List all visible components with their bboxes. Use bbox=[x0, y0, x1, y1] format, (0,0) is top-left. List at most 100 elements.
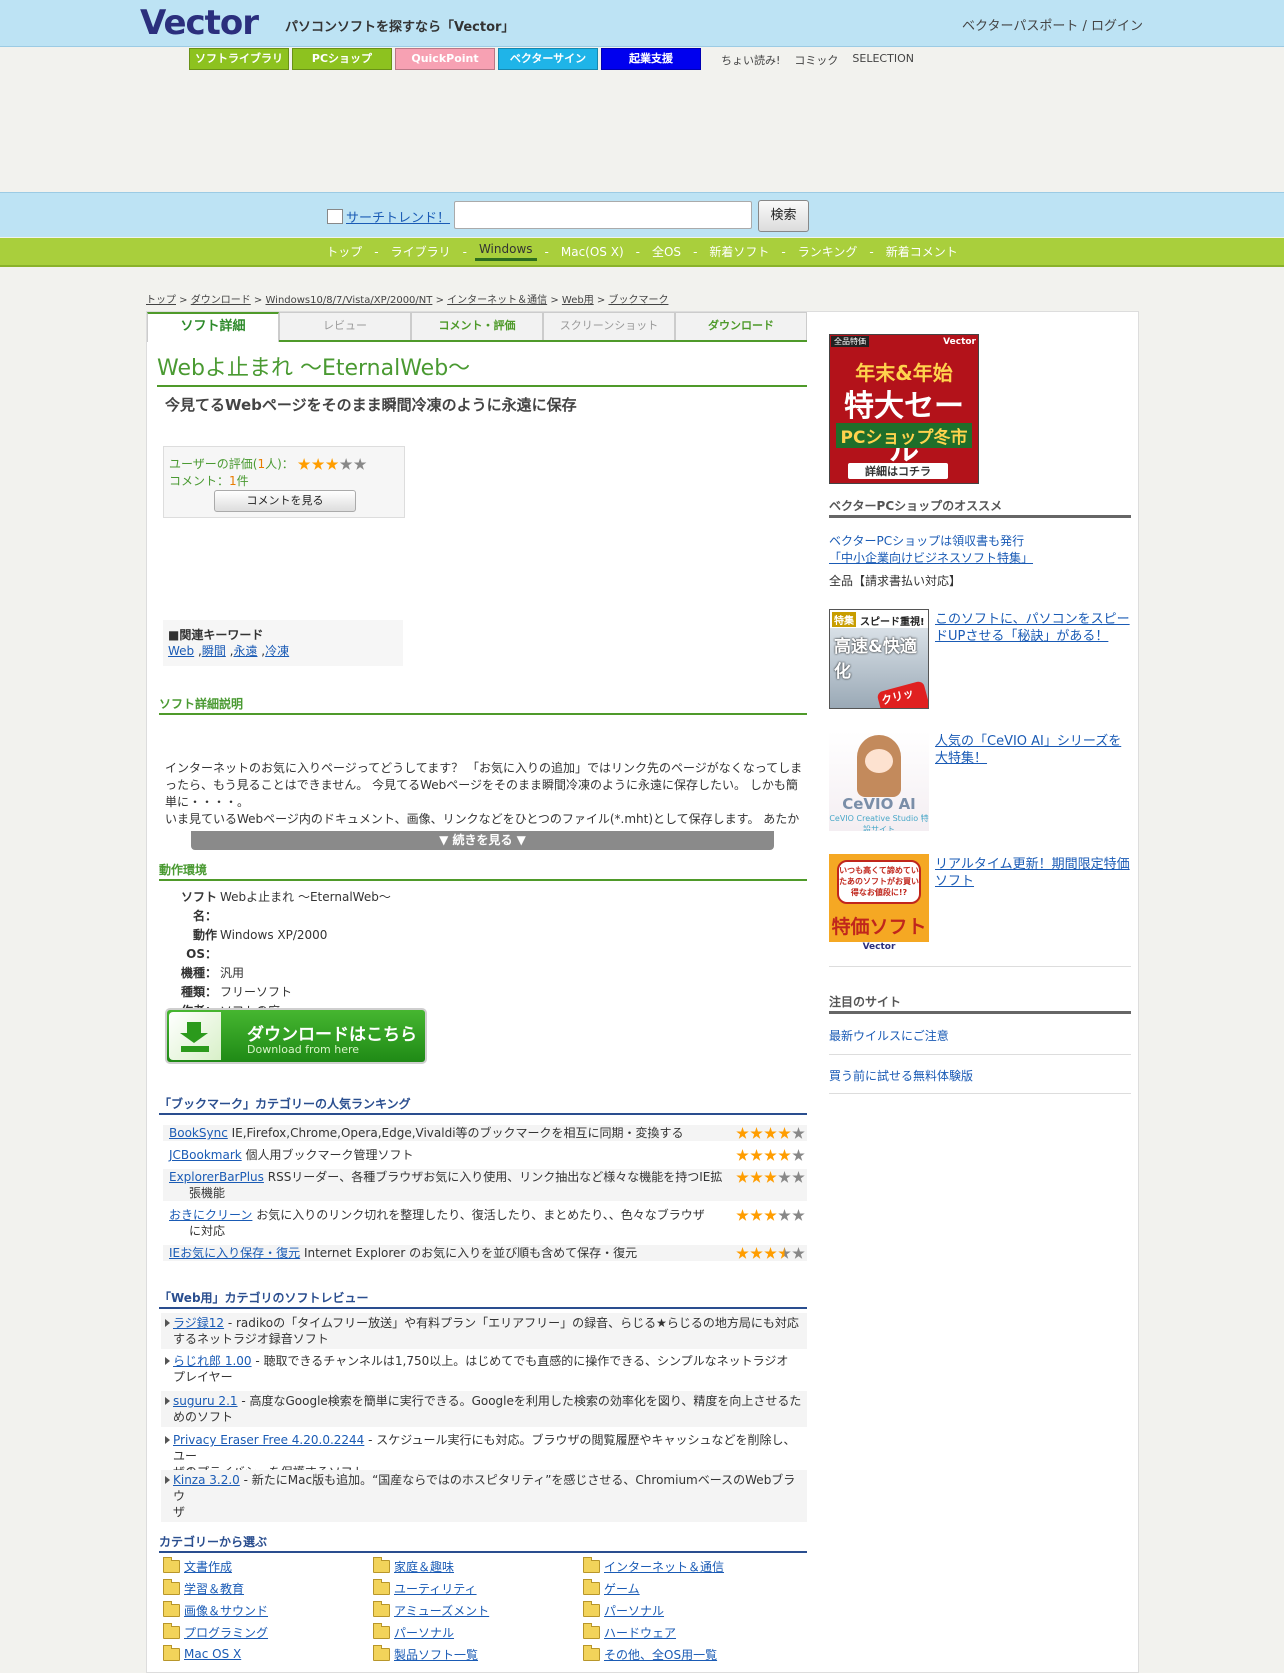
category-link[interactable]: ハードウェア bbox=[604, 1624, 676, 1641]
detail-tab[interactable]: ダウンロード bbox=[675, 312, 807, 340]
detail-tab[interactable]: レビュー bbox=[279, 312, 411, 340]
ranking-software-link[interactable]: IEお気に入り保存・復元 bbox=[169, 1246, 300, 1260]
keyword-link[interactable]: 永遠 bbox=[233, 644, 257, 658]
category-item[interactable]: 家庭＆趣味 bbox=[373, 1556, 583, 1575]
service-button[interactable]: PCショップ bbox=[292, 48, 392, 70]
category-item[interactable]: ゲーム bbox=[583, 1578, 793, 1597]
review-software-link[interactable]: ラジ録12 bbox=[173, 1316, 224, 1330]
folder-icon bbox=[373, 1578, 390, 1595]
star-icon bbox=[764, 1171, 777, 1183]
category-item[interactable]: パーソナル bbox=[583, 1600, 793, 1619]
category-link[interactable]: ユーティリティ bbox=[394, 1580, 477, 1597]
detail-tab[interactable]: ソフト詳細 bbox=[147, 312, 279, 342]
review-software-link[interactable]: suguru 2.1 bbox=[173, 1394, 238, 1408]
category-link[interactable]: プログラミング bbox=[184, 1624, 268, 1641]
sub-nav-link[interactable]: ちょい読み! bbox=[721, 52, 780, 68]
virus-warning-link[interactable]: 最新ウイルスにご注意 bbox=[829, 1027, 949, 1044]
breadcrumb-link[interactable]: インターネット＆通信 bbox=[447, 295, 547, 306]
login-link[interactable]: ベクターパスポート / ログイン bbox=[962, 15, 1143, 34]
sub-nav-link[interactable]: コミック bbox=[794, 52, 838, 68]
category-item[interactable]: Mac OS X bbox=[163, 1644, 373, 1662]
category-item[interactable]: インターネット＆通信 bbox=[583, 1556, 793, 1575]
ranking-software-link[interactable]: おきにクリーン bbox=[169, 1208, 252, 1222]
main-nav-item[interactable]: 新着ソフト bbox=[705, 243, 773, 260]
category-item[interactable]: パーソナル bbox=[373, 1622, 583, 1641]
category-link[interactable]: 家庭＆趣味 bbox=[394, 1558, 454, 1575]
detail-tab[interactable]: コメント・評価 bbox=[411, 312, 543, 340]
search-trend[interactable]: サーチトレンド！ bbox=[327, 207, 450, 226]
category-item[interactable]: ハードウェア bbox=[583, 1622, 793, 1641]
special-price-link[interactable]: リアルタイム更新！期間限定特価ソフト bbox=[935, 856, 1131, 890]
cevio-link[interactable]: 人気の「CeVIO AI」シリーズを大特集！ bbox=[935, 733, 1131, 767]
category-item[interactable]: 学習＆教育 bbox=[163, 1578, 373, 1597]
read-more-button[interactable]: ▼ 続きを見る ▼ bbox=[191, 831, 774, 850]
category-link[interactable]: 製品ソフト一覧 bbox=[394, 1646, 478, 1663]
main-nav-item[interactable]: トップ bbox=[322, 243, 366, 260]
category-item[interactable]: アミューズメント bbox=[373, 1600, 583, 1619]
main-nav-item[interactable]: Mac(OS X) bbox=[557, 245, 628, 259]
search-trend-link[interactable]: サーチトレンド！ bbox=[346, 207, 450, 226]
category-link[interactable]: パーソナル bbox=[394, 1624, 454, 1641]
category-item[interactable]: その他、全OS用一覧 bbox=[583, 1644, 793, 1663]
review-software-link[interactable]: Kinza 3.2.0 bbox=[173, 1473, 240, 1487]
ranking-text: IEお気に入り保存・復元 Internet Explorer のお気に入りを並び… bbox=[163, 1245, 729, 1261]
category-link[interactable]: パーソナル bbox=[604, 1602, 664, 1619]
free-trial-link[interactable]: 買う前に試せる無料体験版 bbox=[829, 1067, 973, 1084]
category-item[interactable]: 画像＆サウンド bbox=[163, 1600, 373, 1619]
notice-heading: 注目のサイト bbox=[829, 993, 1131, 1014]
keyword-link[interactable]: Web bbox=[168, 644, 194, 658]
category-item[interactable]: プログラミング bbox=[163, 1622, 373, 1641]
ranking-software-link[interactable]: ExplorerBarPlus bbox=[169, 1170, 264, 1184]
ranking-software-link[interactable]: BookSync bbox=[169, 1126, 228, 1140]
breadcrumb-link[interactable]: トップ bbox=[146, 295, 176, 306]
category-link[interactable]: アミューズメント bbox=[394, 1602, 489, 1619]
category-link[interactable]: 学習＆教育 bbox=[184, 1580, 244, 1597]
shop-receipt-text[interactable]: ベクターPCショップは領収書も発行 bbox=[829, 532, 1024, 549]
sale-banner[interactable]: 全品特価 Vector 年末&年始 特大セール PCショップ冬市 詳細はコチラ bbox=[829, 334, 979, 484]
sub-nav-link[interactable]: SELECTION bbox=[852, 52, 914, 68]
detail-tab[interactable]: スクリーンショット bbox=[543, 312, 675, 340]
promo-card-speedup[interactable]: 特集 スピード重視! 高速&快適化 クリック! このソフトに、パソコンをスピード… bbox=[829, 609, 1131, 711]
service-button[interactable]: ベクターサイン bbox=[498, 48, 598, 70]
speedup-link[interactable]: このソフトに、パソコンをスピードUPさせる「秘訣」がある！ bbox=[935, 611, 1131, 645]
breadcrumb-link[interactable]: ブックマーク bbox=[608, 295, 668, 306]
search-input[interactable] bbox=[454, 201, 752, 229]
ranking-desc-cont: 張機能 bbox=[189, 1186, 226, 1200]
main-nav-item[interactable]: ランキング bbox=[794, 243, 862, 260]
sub-nav-links: ちょい読み! コミック SELECTION bbox=[721, 52, 914, 68]
business-software-link[interactable]: 「中小企業向けビジネスソフト特集」 bbox=[829, 549, 1033, 566]
vector-logo[interactable]: Vector bbox=[140, 5, 259, 41]
review-software-link[interactable]: らじれ郎 1.00 bbox=[173, 1354, 252, 1368]
review-software-link[interactable]: Privacy Eraser Free 4.20.0.2244 bbox=[173, 1433, 364, 1447]
service-button[interactable]: QuickPoint bbox=[395, 48, 495, 70]
category-link[interactable]: ゲーム bbox=[604, 1580, 640, 1597]
main-nav-item[interactable]: 新着コメント bbox=[882, 243, 962, 260]
breadcrumb-link[interactable]: Windows10/8/7/Vista/XP/2000/NT bbox=[266, 295, 433, 306]
keyword-link[interactable]: 冷凍 bbox=[265, 644, 289, 658]
ranking-desc-cont: に対応 bbox=[189, 1224, 226, 1238]
folder-icon bbox=[583, 1578, 600, 1595]
category-link[interactable]: その他、全OS用一覧 bbox=[604, 1646, 717, 1663]
search-button[interactable]: 検索 bbox=[758, 200, 809, 232]
category-link[interactable]: インターネット＆通信 bbox=[604, 1558, 724, 1575]
keyword-link[interactable]: 瞬間 bbox=[202, 644, 226, 658]
service-button[interactable]: ソフトライブラリ bbox=[189, 48, 289, 70]
main-nav-item[interactable]: 全OS bbox=[648, 243, 685, 260]
view-comments-button[interactable]: コメントを見る bbox=[214, 490, 356, 512]
download-button[interactable]: ダウンロードはこちら Download from here bbox=[165, 1008, 427, 1064]
promo-card-special-price[interactable]: いつも高くて諦めていたあのソフトがお買い得なお値段に!? 特価ソフト Vecto… bbox=[829, 854, 1131, 956]
category-link[interactable]: 文書作成 bbox=[184, 1558, 232, 1575]
category-item[interactable]: 文書作成 bbox=[163, 1556, 373, 1575]
breadcrumb-link[interactable]: Web用 bbox=[562, 295, 594, 306]
category-item[interactable]: 製品ソフト一覧 bbox=[373, 1644, 583, 1663]
main-nav-item[interactable]: ライブラリ bbox=[387, 243, 455, 260]
category-link[interactable]: 画像＆サウンド bbox=[184, 1602, 268, 1619]
category-item[interactable]: ユーティリティ bbox=[373, 1578, 583, 1597]
special-price-thumbnail: いつも高くて諦めていたあのソフトがお買い得なお値段に!? 特価ソフト Vecto… bbox=[829, 854, 929, 954]
main-nav-item[interactable]: Windows bbox=[474, 242, 537, 261]
promo-card-cevio[interactable]: CeVIO AI CeVIO Creative Studio 特設サイト 人気の… bbox=[829, 731, 1131, 833]
breadcrumb-link[interactable]: ダウンロード bbox=[191, 295, 251, 306]
category-link[interactable]: Mac OS X bbox=[184, 1647, 241, 1661]
ranking-software-link[interactable]: JCBookmark bbox=[169, 1148, 242, 1162]
service-button[interactable]: 起業支援 bbox=[601, 48, 701, 70]
